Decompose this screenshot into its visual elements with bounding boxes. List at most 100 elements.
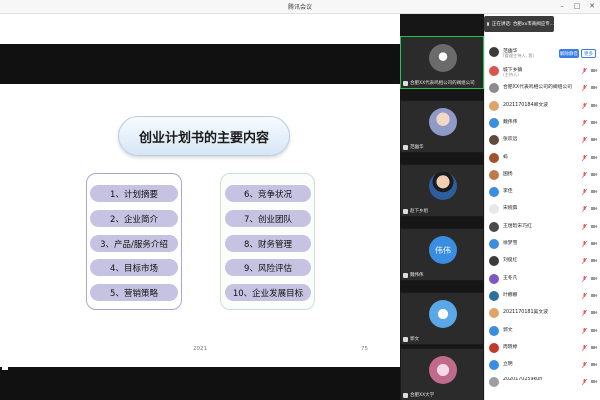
microphone-muted-icon[interactable] xyxy=(582,379,587,386)
participant-row[interactable]: 李佳 xyxy=(488,185,598,201)
participant-name: 刘俊红 xyxy=(503,258,518,264)
participant-row[interactable]: 魏伟伟 xyxy=(488,116,598,132)
avatar xyxy=(489,169,499,180)
video-tile[interactable]: 范幽华 xyxy=(400,100,484,153)
microphone-muted-icon[interactable] xyxy=(582,362,587,369)
avatar xyxy=(489,325,499,336)
camera-icon[interactable] xyxy=(591,328,597,333)
microphone-muted-icon[interactable] xyxy=(582,137,587,144)
camera-icon[interactable] xyxy=(591,258,597,263)
microphone-muted-icon[interactable] xyxy=(582,241,587,247)
participant-row[interactable]: 叶娜娜 xyxy=(488,289,598,305)
avatar xyxy=(489,204,499,215)
camera-icon[interactable] xyxy=(591,103,597,108)
microphone-muted-icon[interactable] xyxy=(582,275,587,282)
minimize-icon[interactable]: – xyxy=(558,2,566,10)
microphone-muted-icon[interactable] xyxy=(582,102,587,109)
slide-item: 4、目标市场 xyxy=(90,259,178,276)
microphone-muted-icon[interactable] xyxy=(582,310,587,317)
participant-row[interactable]: 2021170181吴文波 xyxy=(488,306,598,322)
microphone-muted-icon[interactable] xyxy=(582,258,587,265)
slide-item: 10、企业发展目标 xyxy=(225,284,311,301)
participant-row[interactable]: 国扬 xyxy=(488,168,598,184)
participant-name: 2021170181吴文波 xyxy=(503,310,548,316)
microphone-icon xyxy=(403,392,408,398)
participant-row[interactable]: 刘俊红 xyxy=(488,254,598,270)
participant-row[interactable]: 立明 xyxy=(488,358,598,374)
microphone-muted-icon[interactable] xyxy=(582,189,587,196)
camera-icon[interactable] xyxy=(591,379,597,384)
video-column: 合肥XX代表鸣相公司的阀组公司 范幽华 赵下乡组 伟伟 魏伟伟 郭文 合肥XX大… xyxy=(400,14,484,400)
participant-row[interactable]: 周晓婷 xyxy=(488,341,598,357)
avatar xyxy=(489,100,499,111)
participant-avatar xyxy=(429,108,457,136)
participant-row[interactable]: 王煜晗宋巧红 xyxy=(488,220,598,236)
participant-row[interactable]: 2021170184郑文波 xyxy=(488,99,598,115)
camera-icon[interactable] xyxy=(591,189,597,194)
microphone-muted-icon[interactable] xyxy=(582,344,587,351)
camera-icon[interactable] xyxy=(591,68,597,73)
video-tile[interactable]: 合肥XX代表鸣相公司的阀组公司 xyxy=(400,36,484,89)
video-tile[interactable]: 伟伟 魏伟伟 xyxy=(400,228,484,281)
unmute-button[interactable]: 解除静音 xyxy=(559,49,579,58)
microphone-muted-icon[interactable] xyxy=(582,223,587,230)
participant-name: 张欢远 xyxy=(503,137,518,143)
participant-name: 2021170184郑文波 xyxy=(503,102,548,108)
microphone-muted-icon[interactable] xyxy=(582,85,587,92)
camera-icon[interactable] xyxy=(591,206,597,211)
camera-icon[interactable] xyxy=(591,345,597,350)
camera-icon[interactable] xyxy=(591,241,597,246)
participant-row[interactable]: 蚂 xyxy=(488,151,598,167)
microphone-muted-icon[interactable] xyxy=(582,68,587,74)
participant-row[interactable]: 徐梦雪 xyxy=(488,237,598,253)
microphone-muted-icon[interactable] xyxy=(582,119,587,126)
microphone-muted-icon[interactable] xyxy=(582,171,587,178)
camera-icon[interactable] xyxy=(591,120,597,125)
avatar xyxy=(489,239,499,249)
video-tile-label: 合肥XX代表鸣相公司的阀组公司 xyxy=(403,80,475,86)
camera-icon[interactable] xyxy=(591,293,597,298)
participant-name: 徐梦雪 xyxy=(503,241,518,246)
participant-row[interactable]: 城下乡镇 (主持人) xyxy=(488,64,598,80)
camera-icon[interactable] xyxy=(591,310,597,315)
participant-row[interactable]: 合肥XX代表鸣相公司的阀组公司 xyxy=(488,81,598,97)
slide-top-band xyxy=(0,44,400,84)
camera-icon[interactable] xyxy=(591,85,597,90)
avatar xyxy=(489,256,499,267)
video-tile[interactable]: 郭文 xyxy=(400,292,484,345)
camera-icon[interactable] xyxy=(591,137,597,142)
participant-row[interactable]: 郭文 xyxy=(488,324,598,340)
microphone-icon xyxy=(403,336,408,342)
maximize-icon[interactable]: □ xyxy=(573,2,581,10)
participant-avatar xyxy=(429,172,457,200)
participant-row[interactable]: 张欢远 xyxy=(488,133,598,149)
close-icon[interactable]: ✕ xyxy=(588,2,596,10)
camera-icon[interactable] xyxy=(591,172,597,177)
slide-item: 5、营销策略 xyxy=(90,284,178,301)
microphone-muted-icon[interactable] xyxy=(582,206,587,213)
camera-icon[interactable] xyxy=(591,276,597,281)
participant-name: 王煜晗宋巧红 xyxy=(503,223,532,229)
participant-name: 叶娜娜 xyxy=(503,292,518,298)
microphone-muted-icon[interactable] xyxy=(582,292,587,299)
video-tile[interactable]: 赵下乡组 xyxy=(400,164,484,217)
more-button[interactable]: 更多 xyxy=(581,49,596,58)
camera-icon[interactable] xyxy=(591,224,597,229)
avatar xyxy=(489,377,499,388)
participant-name: 郭文 xyxy=(503,327,513,333)
participant-row[interactable]: 2020170259kun xyxy=(488,375,598,391)
camera-icon[interactable] xyxy=(591,155,597,160)
avatar xyxy=(489,135,499,146)
speaking-notification: 正在讲话: 合肥xx市商阀应专... xyxy=(484,16,554,32)
participant-name: 宋婉茹 xyxy=(503,206,518,212)
slide-bottom-band xyxy=(0,367,400,400)
video-tile[interactable]: 合肥XX大学 xyxy=(400,348,484,400)
microphone-muted-icon[interactable] xyxy=(582,154,587,161)
participant-row[interactable]: 宋婉茹 xyxy=(488,202,598,218)
camera-icon[interactable] xyxy=(591,362,597,367)
avatar xyxy=(489,360,499,371)
participant-row[interactable]: 王冬凡 xyxy=(488,272,598,288)
audio-icon[interactable] xyxy=(2,365,8,371)
microphone-muted-icon[interactable] xyxy=(582,327,587,334)
participant-name: 国扬 xyxy=(503,171,513,177)
